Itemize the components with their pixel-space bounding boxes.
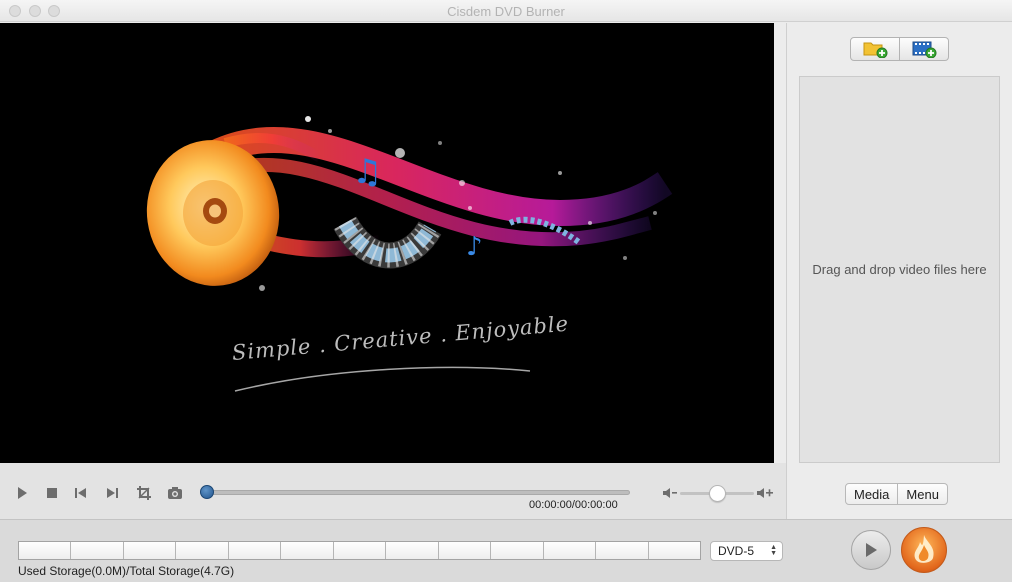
storage-segment <box>228 542 282 559</box>
add-folder-button[interactable] <box>850 37 900 61</box>
storage-segment <box>71 542 124 559</box>
storage-segment <box>543 542 597 559</box>
previous-button[interactable] <box>73 485 89 501</box>
storage-segment <box>176 542 229 559</box>
disc-type-value: DVD-5 <box>718 544 755 558</box>
tab-menu[interactable]: Menu <box>898 483 948 505</box>
crop-icon <box>137 486 151 500</box>
view-tabs: Media Menu <box>845 483 948 505</box>
storage-segment <box>386 542 439 559</box>
volume-handle[interactable] <box>709 485 726 502</box>
progress-track[interactable] <box>206 490 630 495</box>
progress-handle[interactable] <box>200 485 214 499</box>
video-preview: ♫ ♪ Simple . Creative . Enjoyable <box>0 23 774 463</box>
crop-button[interactable] <box>136 485 152 501</box>
svg-text:♪: ♪ <box>466 232 483 262</box>
storage-segment <box>333 542 387 559</box>
next-button[interactable] <box>104 485 120 501</box>
drop-hint-text: Drag and drop video files here <box>812 262 987 277</box>
volume-down-icon <box>663 488 677 498</box>
volume-down-button[interactable] <box>662 487 678 499</box>
previous-icon <box>75 488 86 498</box>
svg-text:♫: ♫ <box>352 152 382 192</box>
storage-segment <box>438 542 492 559</box>
window-title: Cisdem DVD Burner <box>447 4 565 19</box>
snapshot-icon <box>168 487 182 499</box>
snapshot-button[interactable] <box>167 485 183 501</box>
storage-segment <box>19 542 72 559</box>
storage-segment <box>281 542 334 559</box>
burn-button[interactable] <box>901 527 947 573</box>
app-window: Cisdem DVD Burner ♫ ♪ Simple . Creative … <box>0 0 1012 582</box>
volume-up-button[interactable] <box>756 487 774 499</box>
storage-label: Used Storage(0.0M)/Total Storage(4.7G) <box>18 564 235 578</box>
storage-segment <box>648 542 701 559</box>
timecode-display: 00:00:00/00:00:00 <box>529 499 618 511</box>
preview-play-icon <box>866 543 877 557</box>
add-video-icon <box>912 41 937 58</box>
chevron-updown-icon: ▲ ▼ <box>770 544 777 557</box>
welcome-artwork: ♫ ♪ <box>146 116 673 392</box>
storage-usage-bar <box>18 541 701 560</box>
bottom-bar: Used Storage(0.0M)/Total Storage(4.7G) D… <box>0 519 1012 582</box>
add-folder-icon <box>863 42 888 58</box>
playback-controls: 00:00:00/00:00:00 <box>0 463 786 519</box>
filmstrip-graphic <box>333 216 442 269</box>
add-buttons-group <box>850 37 949 61</box>
title-bar: Cisdem DVD Burner <box>0 0 1012 22</box>
volume-up-icon <box>757 488 773 498</box>
media-drop-zone[interactable]: Drag and drop video files here <box>799 76 1000 463</box>
storage-segment <box>596 542 649 559</box>
next-icon <box>107 488 118 498</box>
stop-icon <box>47 488 57 498</box>
tab-media[interactable]: Media <box>845 483 899 505</box>
stop-button[interactable] <box>44 485 60 501</box>
add-video-button[interactable] <box>900 37 949 61</box>
media-sidebar: Drag and drop video files here Media Men… <box>786 23 1012 519</box>
storage-segment <box>123 542 177 559</box>
storage-segment <box>491 542 544 559</box>
burn-flame-icon <box>914 535 934 563</box>
disc-type-select[interactable]: DVD-5 ▲ ▼ <box>710 541 783 561</box>
play-button[interactable] <box>14 485 30 501</box>
preview-button[interactable] <box>851 530 891 570</box>
play-icon <box>18 487 27 499</box>
